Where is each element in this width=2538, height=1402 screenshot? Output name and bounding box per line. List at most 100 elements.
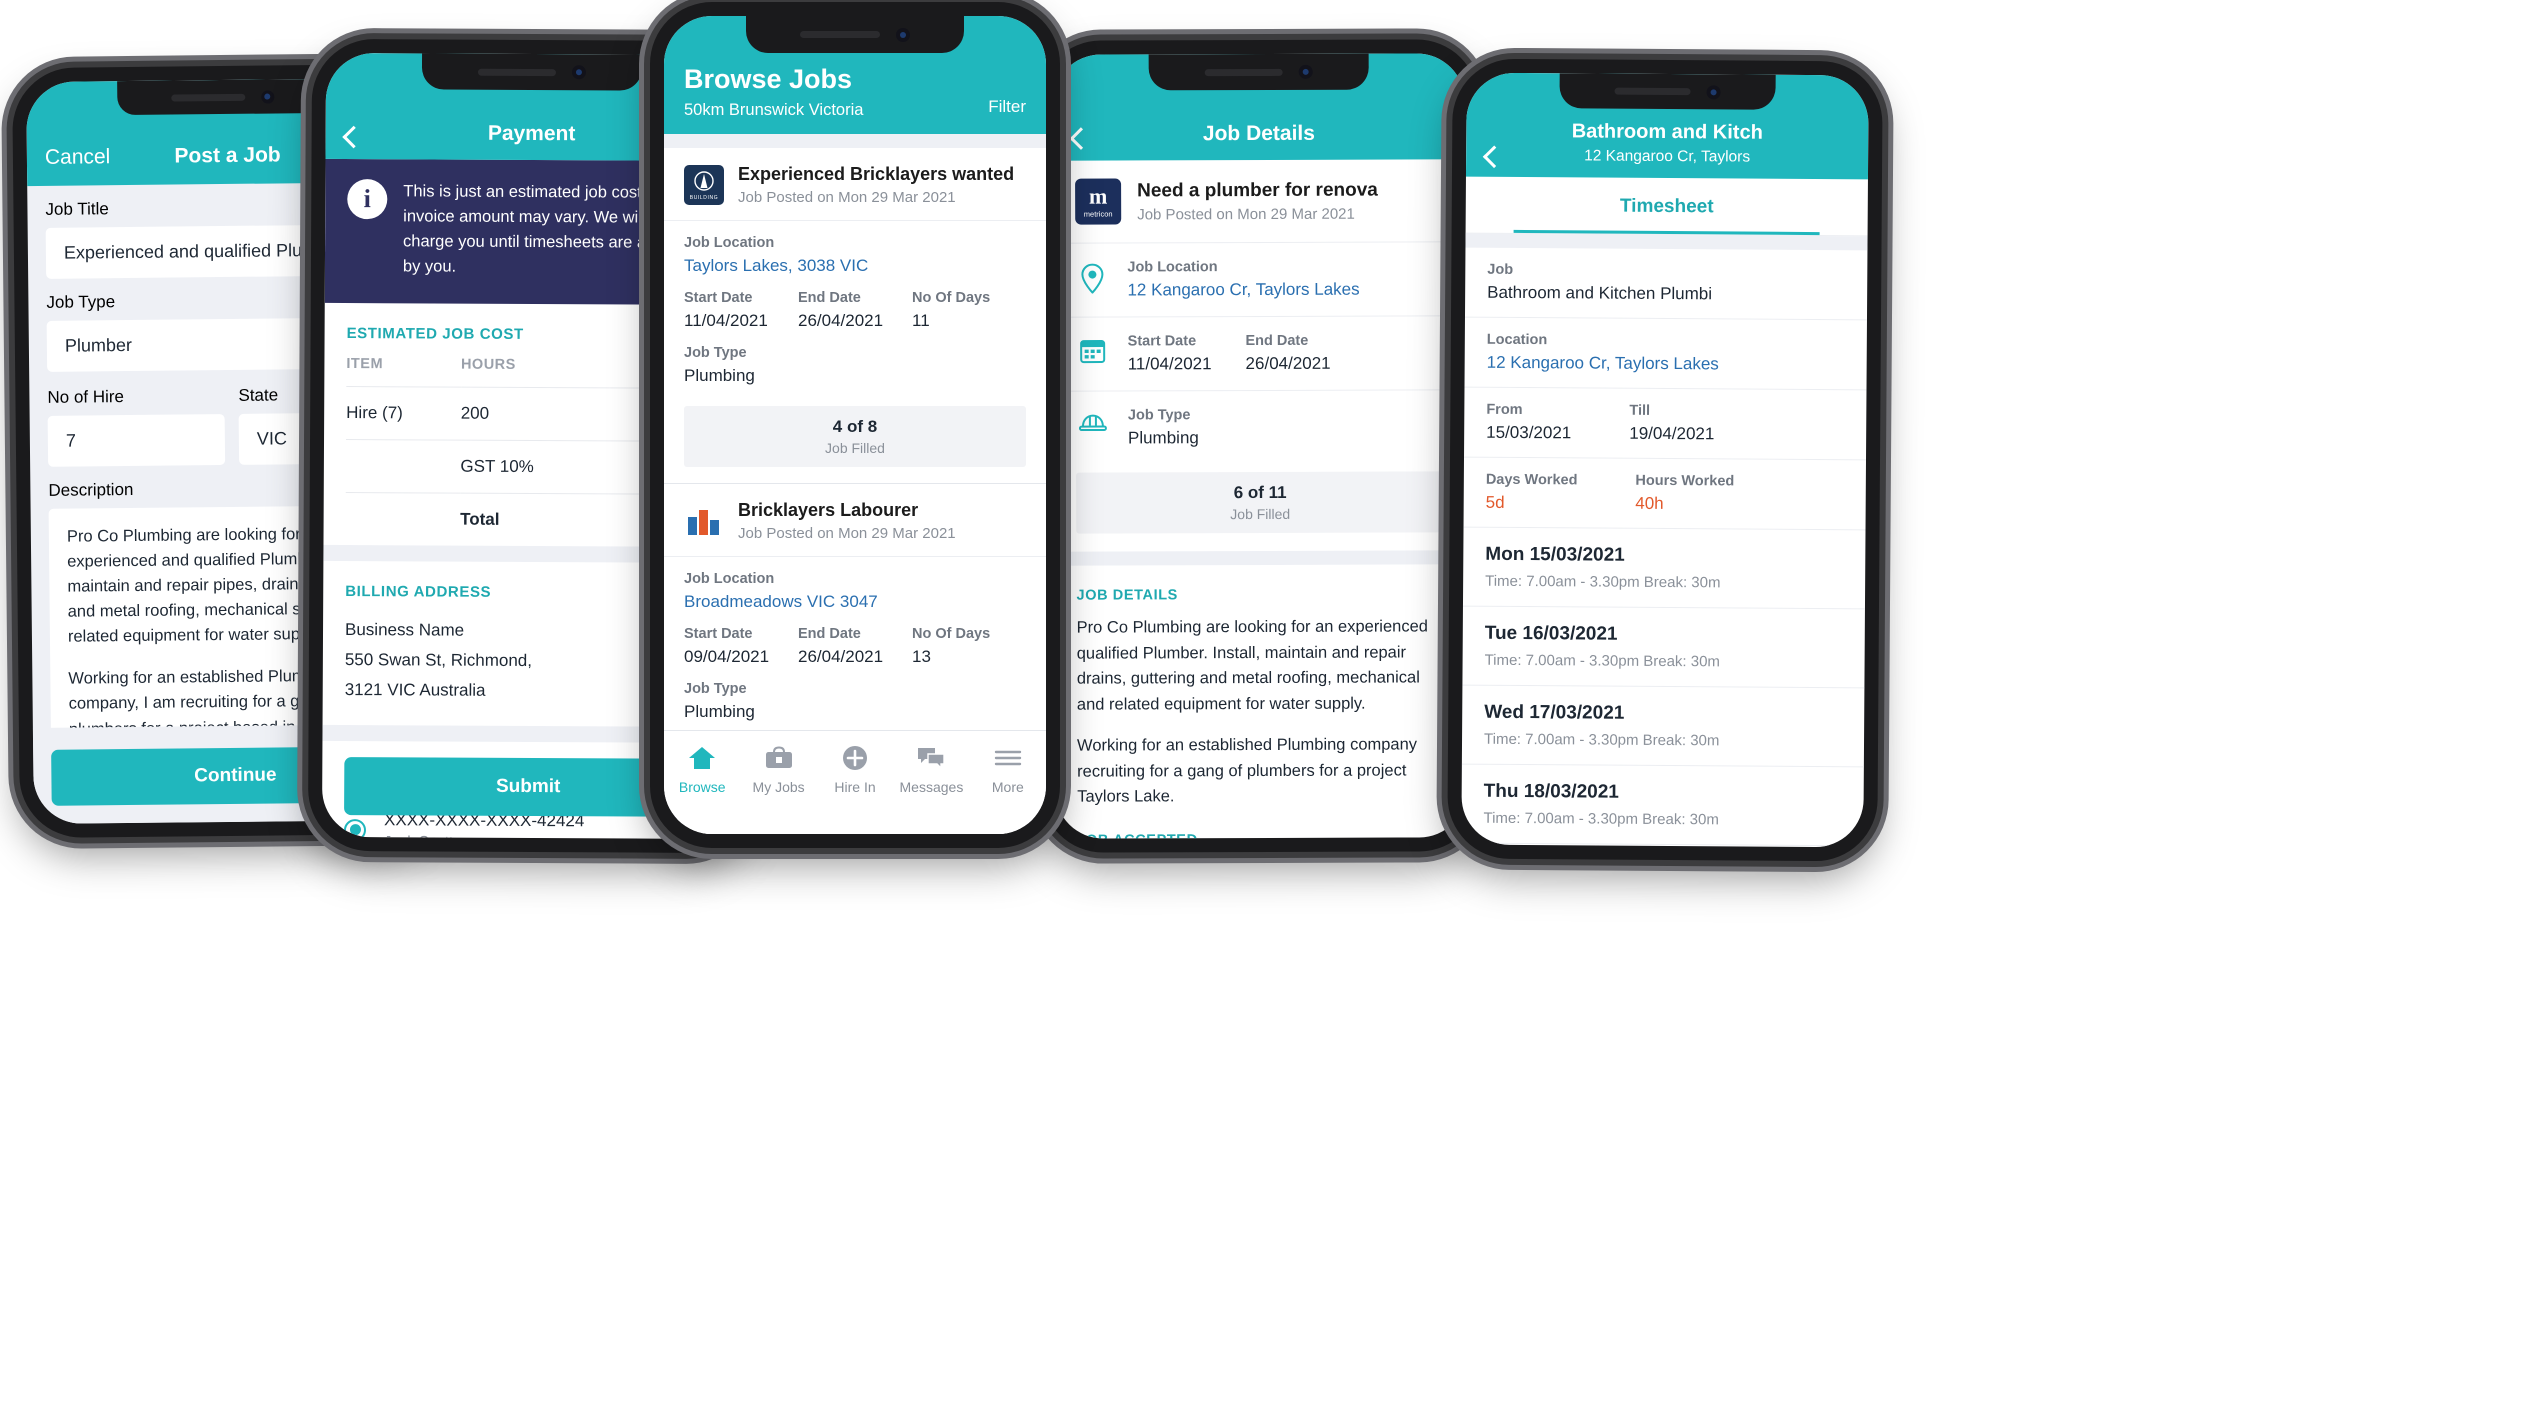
list-item[interactable]: Mon 15/03/2021 Time: 7.00am - 3.30pm Bre… (1462, 527, 1866, 610)
job-filled-badge: 4 of 8 Job Filled (684, 406, 1026, 467)
col-item: ITEM (346, 356, 384, 373)
no-of-days-value: 13 (912, 647, 931, 666)
end-date-value: 26/04/2021 (798, 311, 884, 330)
cell-item (345, 492, 461, 546)
job-posted-date: Job Posted on Mon 29 Mar 2021 (738, 189, 956, 206)
entry-day: Mon 15/03/2021 (1485, 543, 1625, 566)
tab-timesheet-label: Timesheet (1619, 195, 1714, 218)
job-card[interactable]: BUILDING Experienced Bricklayers wanted … (664, 148, 1046, 484)
tab-my-jobs[interactable]: My Jobs (740, 743, 816, 795)
hard-hat-icon (1076, 408, 1110, 434)
dates-columns: Start Date 11/04/2021 End Date 26/04/202… (1128, 333, 1331, 375)
phone-notch (1559, 73, 1776, 110)
job-location-value[interactable]: Taylors Lakes, 3038 VIC (684, 256, 1026, 276)
no-of-hire-input[interactable]: 7 (47, 414, 226, 467)
totals-columns: Days Worked 5d Hours Worked 40h (1486, 472, 1844, 515)
job-filled-count: 4 of 8 (832, 417, 878, 436)
plus-circle-icon (817, 743, 893, 773)
timesheet-location-row: Location 12 Kangaroo Cr, Taylors Lakes (1464, 317, 1867, 391)
screen-timesheet: Bathroom and Kitch 12 Kangaroo Cr, Taylo… (1461, 72, 1869, 848)
no-of-days-label: No Of Days (912, 290, 991, 306)
home-icon (664, 743, 740, 773)
job-type-value: Plumbing (684, 366, 755, 385)
dates-columns: From 15/03/2021 Till 19/04/2021 (1486, 402, 1844, 445)
hamburger-icon (970, 743, 1046, 773)
job-type-value: Plumbing (1127, 428, 1199, 448)
job-location-label: Job Location (684, 235, 775, 251)
job-description-p2: Working for an established Plumbing comp… (1077, 735, 1418, 807)
billing-address-heading: BILLING ADDRESS (345, 583, 492, 602)
cell-item (345, 439, 461, 494)
navbar-titles: Bathroom and Kitch 12 Kangaroo Cr, Taylo… (1466, 120, 1868, 168)
from-value: 15/03/2021 (1486, 422, 1572, 443)
front-camera-icon (1706, 84, 1721, 99)
job-accepted-heading: JOB ACCEPTED (1055, 809, 1467, 839)
hours-worked-value: 40h (1635, 493, 1664, 513)
front-camera-icon (896, 27, 910, 42)
timesheet-totals-row: Days Worked 5d Hours Worked 40h (1463, 457, 1867, 531)
no-of-days-value: 11 (912, 311, 930, 330)
phone-notch (117, 78, 328, 116)
job-location-label: Job Location (1127, 259, 1218, 276)
end-date-value: 26/04/2021 (1245, 353, 1331, 374)
job-header: m metricon Need a plumber for renova Job… (1053, 159, 1465, 242)
end-date-label: End Date (798, 290, 861, 306)
list-item[interactable]: Tue 16/03/2021 Time: 7.00am - 3.30pm Bre… (1462, 606, 1865, 689)
screen-job-details: Job Details m metricon Need a plumber fo… (1052, 53, 1468, 839)
job-posted-date: Job Posted on Mon 29 Mar 2021 (738, 525, 956, 542)
job-location-row: Job Location 12 Kangaroo Cr, Taylors Lak… (1053, 241, 1466, 317)
cancel-button[interactable]: Cancel (45, 145, 111, 170)
job-details-heading: JOB DETAILS (1076, 587, 1178, 604)
tab-browse[interactable]: Browse (664, 743, 740, 795)
tab-messages[interactable]: Messages (893, 743, 969, 795)
filter-button[interactable]: Filter (988, 97, 1026, 120)
timesheet-job-row: Job Bathroom and Kitchen Plumbi (1464, 247, 1868, 321)
tab-hire-in[interactable]: Hire In (817, 743, 893, 795)
job-dates-columns: Start Date 09/04/2021 End Date 26/04/202… (684, 626, 1026, 667)
tab-more-label: More (991, 779, 1024, 795)
company-logo: BUILDING (684, 165, 724, 205)
section-divider (664, 134, 1046, 148)
job-filled-label: Job Filled (825, 440, 885, 456)
job-location-value[interactable]: Broadmeadows VIC 3047 (684, 592, 1026, 612)
entry-day: Thu 18/03/2021 (1483, 780, 1619, 803)
card-holder: Jack Scott (384, 833, 584, 839)
location-value[interactable]: 12 Kangaroo Cr, Taylors Lakes (1487, 353, 1845, 375)
tab-more[interactable]: More (970, 743, 1046, 795)
front-camera-icon (260, 89, 274, 104)
logo-wordmark: metricon (1083, 209, 1113, 219)
entry-time: Time: 7.00am - 3.30pm Break: 30m (1483, 730, 1720, 750)
start-date-label: Start Date (1127, 333, 1197, 350)
start-date-value: 11/04/2021 (1127, 354, 1212, 374)
description-label: Description (48, 479, 134, 500)
job-value: Bathroom and Kitchen Plumbi (1487, 282, 1713, 304)
job-label: Job (1487, 261, 1514, 278)
job-title-label: Job Title (45, 199, 109, 219)
till-label: Till (1629, 402, 1651, 419)
days-worked-value: 5d (1485, 492, 1505, 512)
no-of-days-label: No Of Days (912, 626, 991, 642)
page-title: Bathroom and Kitch (1571, 120, 1763, 144)
info-icon: i (347, 179, 388, 220)
location-label: Location (1486, 331, 1548, 349)
phone-notch (421, 53, 643, 91)
radio-selected-icon[interactable] (343, 818, 367, 840)
location-subtitle: 50km Brunswick Victoria (684, 101, 864, 119)
list-item[interactable]: Thu 18/03/2021 Time: 7.00am - 3.30pm Bre… (1461, 764, 1864, 847)
entry-day: Wed 17/03/2021 (1484, 701, 1625, 724)
end-date-value: 26/04/2021 (798, 647, 884, 666)
job-location-value[interactable]: 12 Kangaroo Cr, Taylors Lakes (1127, 280, 1359, 301)
list-item[interactable]: Wed 17/03/2021 Time: 7.00am - 3.30pm Bre… (1461, 685, 1865, 768)
earpiece-speaker (1204, 68, 1283, 76)
job-card-body: Job Location Taylors Lakes, 3038 VIC Sta… (664, 221, 1046, 392)
cell-hours: GST 10% (460, 440, 609, 495)
earpiece-speaker (170, 93, 245, 102)
tab-timesheet[interactable]: Timesheet (1465, 176, 1868, 237)
messages-icon (893, 743, 969, 773)
job-type-row: Job Type Plumbing (1053, 389, 1467, 465)
earpiece-speaker (477, 68, 556, 76)
calendar-icon (1076, 334, 1110, 364)
job-filled-count: 6 of 11 (1233, 482, 1287, 503)
till-value: 19/04/2021 (1629, 423, 1715, 444)
page-title: Job Details (1202, 121, 1315, 146)
